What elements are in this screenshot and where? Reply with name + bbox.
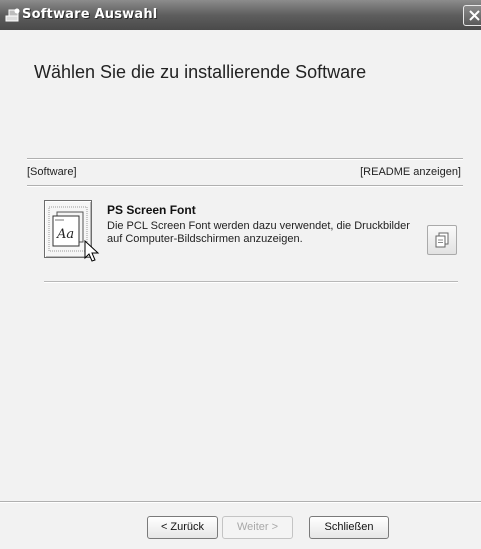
page-heading: Wählen Sie die zu installierende Softwar… [34,62,367,82]
app-icon [5,7,21,23]
header-divider-bottom [27,185,463,187]
close-icon [469,10,480,21]
item-divider [44,281,458,283]
software-selection-window: Software Auswahl Wählen Sie die zu insta… [0,0,481,549]
next-button[interactable]: Weiter > [222,516,293,539]
title-bar[interactable]: Software Auswahl [0,0,481,30]
close-button[interactable]: Schließen [309,516,389,539]
software-item-ps-screen-font: Aa PS Screen Font Die PCL Screen Font we… [44,200,458,286]
back-button[interactable]: < Zurück [147,516,218,539]
document-copy-icon [435,232,449,248]
software-item-description: Die PCL Screen Font werden dazu verwende… [107,220,410,245]
software-column-label: [Software] [27,166,77,178]
readme-column-label: [README anzeigen] [360,166,461,178]
footer-divider [0,501,481,503]
mouse-pointer-icon [84,240,100,262]
software-list-header: [Software] [README anzeigen] [27,158,463,187]
close-window-button[interactable] [463,5,481,26]
font-install-icon: Aa [48,206,88,252]
readme-button[interactable] [427,225,457,255]
svg-text:Aa: Aa [56,227,74,242]
software-item-title: PS Screen Font [107,203,196,217]
window-title: Software Auswahl [22,7,158,22]
header-divider-top [27,158,463,160]
